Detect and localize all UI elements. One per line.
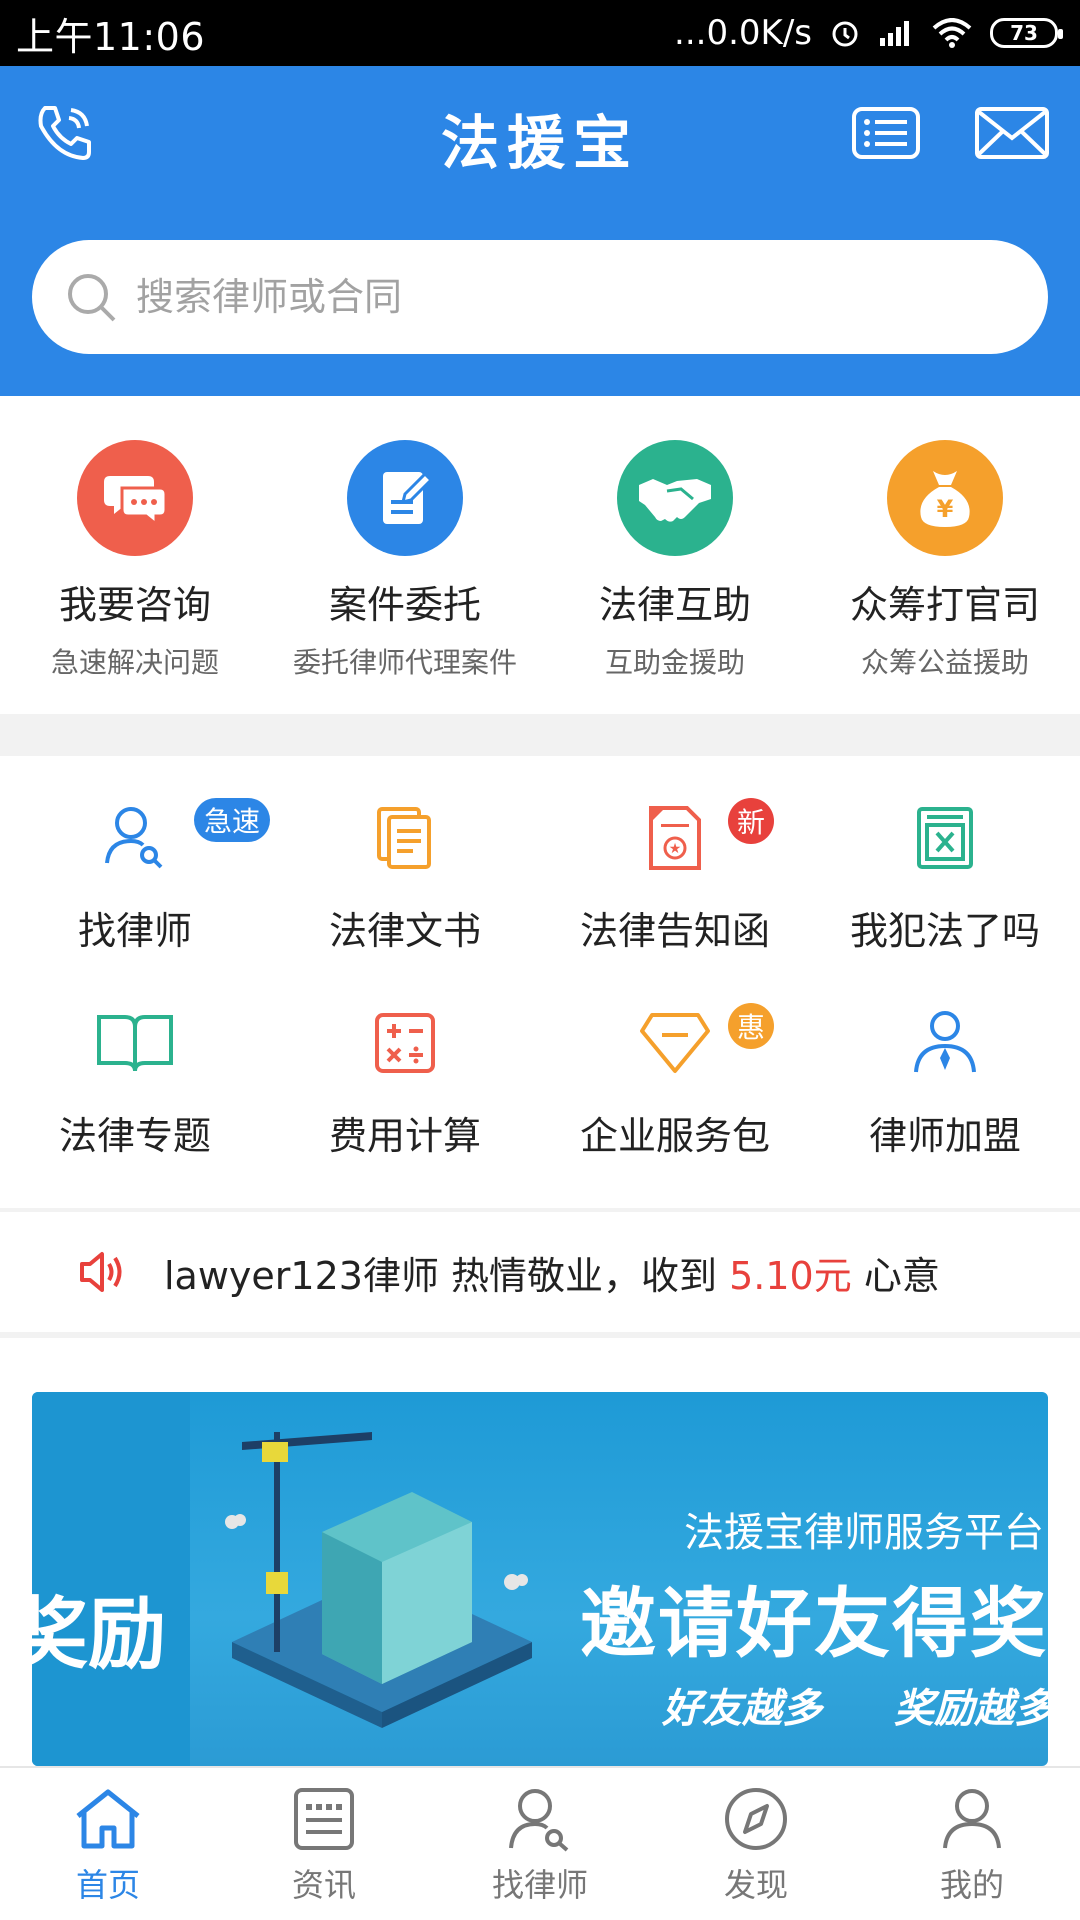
documents-icon bbox=[365, 798, 445, 878]
compass-icon bbox=[725, 1788, 787, 1850]
list-icon bbox=[852, 107, 920, 159]
banner-headline: 邀请好友得奖 bbox=[580, 1579, 1048, 1668]
search-input[interactable] bbox=[136, 275, 936, 319]
tool-find-lawyer[interactable]: 找律师 急速 bbox=[0, 798, 270, 998]
service-sub: 急速解决问题 bbox=[50, 646, 219, 679]
law-book-icon bbox=[905, 798, 985, 878]
message-button[interactable] bbox=[974, 100, 1050, 166]
svg-text:★: ★ bbox=[669, 841, 682, 857]
tool-legal-topics[interactable]: 法律专题 bbox=[0, 1003, 270, 1203]
tab-label: 资讯 bbox=[291, 1866, 356, 1904]
tool-label: 我犯法了吗 bbox=[849, 909, 1040, 953]
lawyer-tie-icon bbox=[905, 1003, 985, 1083]
tab-find-lawyer[interactable]: 找律师 bbox=[432, 1768, 648, 1920]
speaker-icon bbox=[80, 1252, 122, 1292]
tab-label: 发现 bbox=[723, 1866, 788, 1904]
badge-urgent: 急速 bbox=[194, 798, 270, 842]
document-edit-icon bbox=[347, 440, 463, 556]
service-entrust[interactable]: 案件委托 委托律师代理案件 bbox=[270, 396, 540, 714]
notice-bar[interactable]: lawyer123律师 热情敬业，收到 5.10元 心意 bbox=[0, 1212, 1080, 1332]
service-label: 众筹打官司 bbox=[849, 583, 1040, 627]
list-button[interactable] bbox=[848, 100, 924, 166]
building-illustration bbox=[225, 1432, 532, 1728]
banner-slogan-2: 奖励越多 bbox=[894, 1686, 1048, 1732]
search-icon bbox=[68, 274, 116, 322]
tool-legal-documents[interactable]: 法律文书 bbox=[270, 798, 540, 998]
chat-icon bbox=[77, 440, 193, 556]
badge-new: 新 bbox=[728, 798, 774, 844]
service-consult[interactable]: 我要咨询 急速解决问题 bbox=[0, 396, 270, 714]
handshake-icon bbox=[617, 440, 733, 556]
tool-did-i-break-law[interactable]: 我犯法了吗 bbox=[810, 798, 1080, 998]
tool-business-package[interactable]: 企业服务包 惠 bbox=[540, 1003, 810, 1203]
person-search-icon bbox=[95, 798, 175, 878]
notice-suffix: 心意 bbox=[851, 1253, 940, 1298]
tools-grid: 找律师 急速 法律文书 ★ 法律告知函 新 我犯法了吗 法律专题 费用计算 企业… bbox=[0, 756, 1080, 1208]
calculator-icon bbox=[365, 1003, 445, 1083]
banner-subtitle: 法援宝律师服务平台 bbox=[684, 1510, 1044, 1556]
money-bag-icon: ¥ bbox=[887, 440, 1003, 556]
battery-icon: 73 bbox=[990, 18, 1063, 48]
tool-fee-calculator[interactable]: 费用计算 bbox=[270, 1003, 540, 1203]
badge-discount: 惠 bbox=[728, 1003, 774, 1049]
service-sub: 互助金援助 bbox=[604, 646, 745, 679]
notice-prefix: lawyer123律师 热情敬业，收到 bbox=[164, 1253, 730, 1298]
banner-slogan-1: 好友越多 bbox=[662, 1686, 822, 1732]
certificate-icon: ★ bbox=[635, 798, 715, 878]
status-time: 上午11:06 bbox=[16, 14, 206, 59]
bottom-tab-bar: 首页 资讯 找律师 发现 我的 bbox=[0, 1766, 1080, 1920]
tool-label: 法律告知函 bbox=[579, 909, 770, 953]
home-icon bbox=[76, 1789, 140, 1849]
notice-text: lawyer123律师 热情敬业，收到 5.10元 心意 bbox=[164, 1245, 940, 1300]
network-speed: ...0.0K/s bbox=[674, 13, 812, 53]
alarm-icon bbox=[832, 21, 858, 47]
search-bar[interactable] bbox=[32, 240, 1048, 354]
news-icon bbox=[294, 1788, 354, 1850]
tool-label: 法律文书 bbox=[328, 909, 481, 953]
banner-section: 奖励 法援宝律师服务平台 邀请好友得奖 好友越多 奖励越多 bbox=[0, 1338, 1080, 1766]
wifi-icon bbox=[932, 18, 972, 48]
open-book-icon bbox=[95, 1003, 175, 1083]
tool-label: 法律专题 bbox=[58, 1114, 211, 1158]
tool-legal-notice[interactable]: ★ 法律告知函 新 bbox=[540, 798, 810, 998]
tab-label: 首页 bbox=[75, 1866, 140, 1904]
header: 法援宝 bbox=[0, 66, 1080, 396]
svg-text:¥: ¥ bbox=[937, 495, 954, 523]
service-label: 法律互助 bbox=[598, 583, 751, 627]
service-sub: 众筹公益援助 bbox=[860, 646, 1029, 679]
main-services: 我要咨询 急速解决问题 案件委托 委托律师代理案件 法律互助 互助金援助 ¥ 众… bbox=[0, 396, 1080, 714]
tool-label: 企业服务包 bbox=[579, 1114, 770, 1158]
status-indicators: ...0.0K/s 73 bbox=[674, 13, 1063, 53]
service-mutual-aid[interactable]: 法律互助 互助金援助 bbox=[540, 396, 810, 714]
tab-news[interactable]: 资讯 bbox=[216, 1768, 432, 1920]
signal-icon bbox=[880, 21, 909, 46]
mail-icon bbox=[975, 107, 1049, 159]
tab-label: 我的 bbox=[939, 1866, 1004, 1904]
user-icon bbox=[943, 1789, 1001, 1849]
service-crowdfund[interactable]: ¥ 众筹打官司 众筹公益援助 bbox=[810, 396, 1080, 714]
service-sub: 委托律师代理案件 bbox=[292, 646, 517, 679]
tab-profile[interactable]: 我的 bbox=[864, 1768, 1080, 1920]
tool-lawyer-join[interactable]: 律师加盟 bbox=[810, 1003, 1080, 1203]
diamond-icon bbox=[635, 1003, 715, 1083]
tool-label: 费用计算 bbox=[328, 1114, 481, 1158]
notice-amount: 5.10元 bbox=[729, 1253, 852, 1298]
status-bar: 上午11:06 ...0.0K/s 73 bbox=[0, 0, 1080, 66]
service-label: 案件委托 bbox=[328, 583, 481, 627]
tool-label: 找律师 bbox=[77, 909, 192, 953]
tab-discover[interactable]: 发现 bbox=[648, 1768, 864, 1920]
tab-home[interactable]: 首页 bbox=[0, 1768, 216, 1920]
tab-label: 找律师 bbox=[491, 1866, 588, 1904]
tool-label: 律师加盟 bbox=[868, 1114, 1021, 1158]
banner-prev-text: 奖励 bbox=[32, 1590, 167, 1680]
promo-banner[interactable]: 奖励 法援宝律师服务平台 邀请好友得奖 好友越多 奖励越多 bbox=[32, 1392, 1048, 1766]
service-label: 我要咨询 bbox=[58, 583, 211, 627]
person-search-icon bbox=[509, 1789, 569, 1852]
